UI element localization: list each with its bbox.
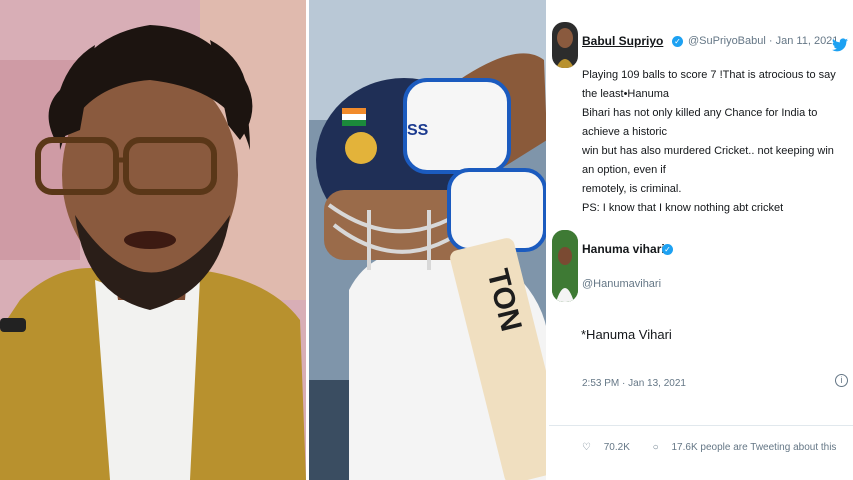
info-icon[interactable]: i	[835, 374, 848, 387]
tweet-line: Bihari has not only killed any Chance fo…	[582, 107, 818, 138]
reply-author-name[interactable]: Hanuma vihari	[582, 242, 665, 256]
tweet-line: remotely, is criminal.	[582, 183, 682, 195]
tweet-ps: PS: I know that I know nothing abt crick…	[582, 202, 784, 214]
author-meta: @SuPriyoBabul · Jan 11, 2021	[688, 35, 838, 47]
author-name-text[interactable]: Babul Supriyo	[582, 34, 663, 48]
cricketer-photo: SS TON	[309, 0, 547, 480]
helmet-mark: SS	[407, 122, 429, 139]
tweet-card: Babul Supriyo ✓ @SuPriyoBabul · Jan 11, …	[549, 0, 853, 480]
portrait-illustration	[0, 0, 306, 480]
meta-separator: ·	[768, 35, 773, 47]
tweeting-count: 17.6K people are Tweeting about this	[671, 442, 837, 453]
tweeting-group[interactable]: ○ 17.6K people are Tweeting about this	[653, 442, 847, 453]
twitter-bird-icon	[832, 38, 848, 52]
comment-icon[interactable]: ○	[653, 442, 659, 453]
stats-divider	[549, 425, 853, 426]
like-group[interactable]: ♡ 70.2K	[582, 442, 643, 453]
cricketer-illustration: SS TON	[309, 0, 547, 480]
tweet-line: Playing 109 balls to score 7 !That is at…	[582, 69, 836, 100]
tweet-body: Playing 109 balls to score 7 !That is at…	[582, 66, 844, 218]
reply-timestamp[interactable]: 2:53 PM · Jan 13, 2021	[582, 378, 686, 389]
tweet-date[interactable]: Jan 11, 2021	[776, 35, 839, 47]
tweet-stats: ♡ 70.2K ○ 17.6K people are Tweeting abou…	[582, 442, 853, 453]
author-avatar[interactable]	[552, 22, 578, 68]
reply-avatar[interactable]	[552, 230, 578, 302]
reply-author-handle[interactable]: @Hanumavihari	[582, 278, 661, 290]
like-count: 70.2K	[603, 442, 630, 453]
portrait-photo	[0, 0, 306, 480]
author-handle[interactable]: @SuPriyoBabul	[688, 35, 766, 47]
author-name[interactable]: Babul Supriyo	[582, 34, 663, 48]
reply-text: *Hanuma Vihari	[581, 327, 672, 342]
heart-icon[interactable]: ♡	[582, 442, 591, 453]
verified-badge-icon: ✓	[662, 244, 673, 255]
tweet-line: win but has also murdered Cricket.. not …	[582, 145, 834, 176]
verified-badge-icon: ✓	[672, 36, 683, 47]
